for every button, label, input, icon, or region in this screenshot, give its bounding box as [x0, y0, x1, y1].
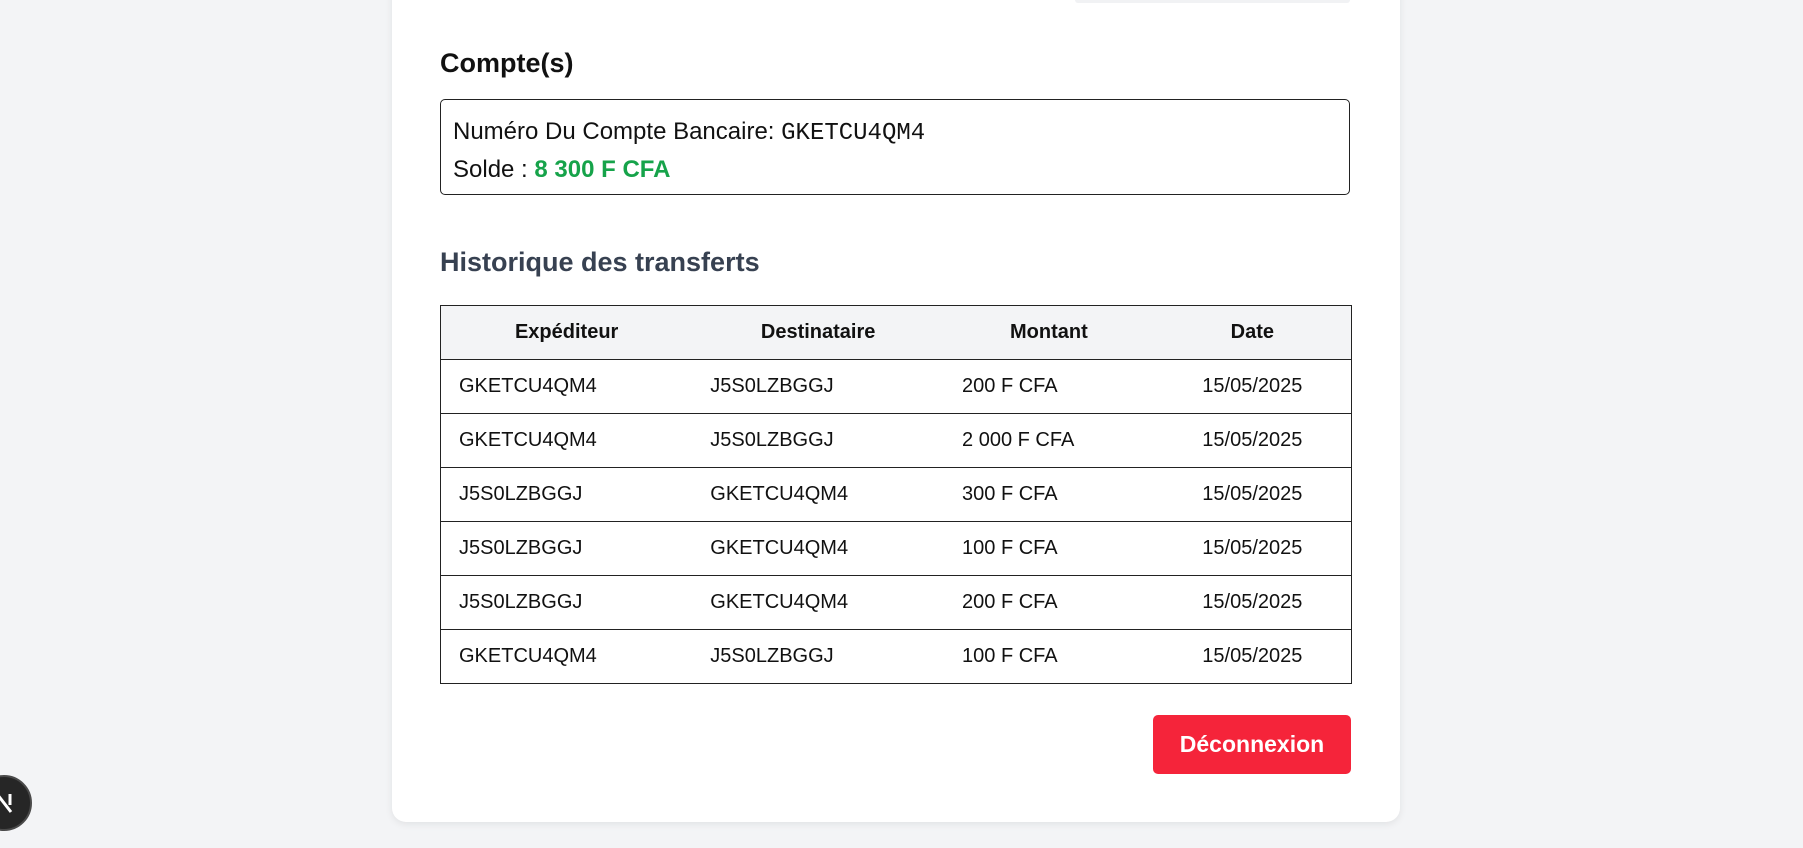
cell-amount: 300 F CFA [944, 467, 1154, 522]
cell-sender: J5S0LZBGGJ [440, 575, 693, 630]
table-row: GKETCU4QM4 J5S0LZBGGJ 200 F CFA 15/05/20… [440, 359, 1352, 414]
column-header-sender: Expéditeur [440, 305, 693, 360]
cell-recipient: J5S0LZBGGJ [692, 413, 945, 468]
table-row: GKETCU4QM4 J5S0LZBGGJ 2 000 F CFA 15/05/… [440, 413, 1352, 468]
cell-amount: 2 000 F CFA [944, 413, 1154, 468]
column-header-recipient: Destinataire [692, 305, 945, 360]
cell-date: 15/05/2025 [1153, 521, 1352, 576]
cell-amount: 100 F CFA [944, 521, 1154, 576]
top-partial-element [1075, 0, 1350, 3]
table-row: J5S0LZBGGJ GKETCU4QM4 100 F CFA 15/05/20… [440, 521, 1352, 576]
balance-value: 8 300 F CFA [534, 156, 671, 183]
balance-line: Solde : 8 300 F CFA [453, 152, 1337, 188]
cell-date: 15/05/2025 [1153, 629, 1352, 684]
table-row: GKETCU4QM4 J5S0LZBGGJ 100 F CFA 15/05/20… [440, 629, 1352, 684]
table-row: J5S0LZBGGJ GKETCU4QM4 200 F CFA 15/05/20… [440, 575, 1352, 630]
table-row: J5S0LZBGGJ GKETCU4QM4 300 F CFA 15/05/20… [440, 467, 1352, 522]
cell-recipient: J5S0LZBGGJ [692, 359, 945, 414]
cell-sender: J5S0LZBGGJ [440, 467, 693, 522]
cell-date: 15/05/2025 [1153, 413, 1352, 468]
transfer-history-table: Expéditeur Destinataire Montant Date GKE… [440, 305, 1352, 684]
cell-recipient: J5S0LZBGGJ [692, 629, 945, 684]
table-header-row: Expéditeur Destinataire Montant Date [440, 305, 1352, 360]
account-number-label: Numéro Du Compte Bancaire: [453, 118, 782, 145]
accounts-title: Compte(s) [440, 48, 574, 78]
cell-date: 15/05/2025 [1153, 359, 1352, 414]
nextjs-dev-badge[interactable] [0, 775, 32, 831]
cell-sender: GKETCU4QM4 [440, 413, 693, 468]
transfer-history-title: Historique des transferts [440, 247, 760, 277]
balance-label: Solde : [453, 156, 535, 183]
account-info-box: Numéro Du Compte Bancaire: GKETCU4QM4 So… [440, 99, 1350, 195]
cell-recipient: GKETCU4QM4 [692, 521, 945, 576]
cell-recipient: GKETCU4QM4 [692, 467, 945, 522]
cell-amount: 200 F CFA [944, 359, 1154, 414]
logout-button[interactable]: Déconnexion [1153, 715, 1351, 774]
column-header-amount: Montant [944, 305, 1154, 360]
cell-date: 15/05/2025 [1153, 467, 1352, 522]
cell-amount: 200 F CFA [944, 575, 1154, 630]
cell-amount: 100 F CFA [944, 629, 1154, 684]
account-number-value: GKETCU4QM4 [781, 120, 926, 147]
cell-sender: J5S0LZBGGJ [440, 521, 693, 576]
cell-date: 15/05/2025 [1153, 575, 1352, 630]
cell-sender: GKETCU4QM4 [440, 629, 693, 684]
account-number-line: Numéro Du Compte Bancaire: GKETCU4QM4 [453, 114, 1337, 152]
cell-recipient: GKETCU4QM4 [692, 575, 945, 630]
cell-sender: GKETCU4QM4 [440, 359, 693, 414]
nextjs-n-icon [0, 794, 13, 813]
column-header-date: Date [1153, 305, 1352, 360]
